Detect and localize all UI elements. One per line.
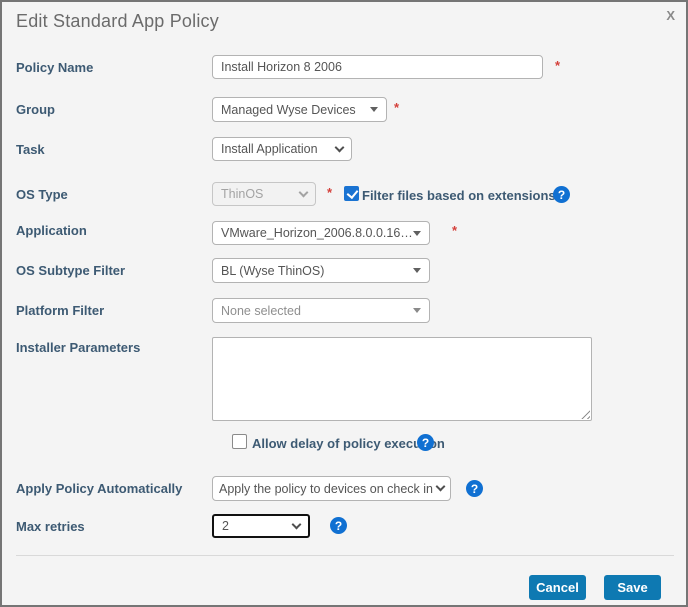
filter-files-help-icon[interactable]: ? <box>553 186 570 203</box>
application-dropdown-value: VMware_Horizon_2006.8.0.0.1652 <box>221 226 413 240</box>
policy-name-label: Policy Name <box>16 60 93 75</box>
caret-down-icon <box>413 231 421 236</box>
allow-delay-checkbox[interactable] <box>232 434 247 449</box>
group-required-asterisk: * <box>394 100 399 115</box>
policy-name-input[interactable] <box>212 55 543 79</box>
installer-parameters-label: Installer Parameters <box>16 340 140 355</box>
apply-policy-select-value: Apply the policy to devices on check in <box>219 482 433 496</box>
max-retries-help-icon[interactable]: ? <box>330 517 347 534</box>
close-icon[interactable]: X <box>666 9 675 23</box>
task-select-value: Install Application <box>221 142 318 156</box>
os-type-select-value: ThinOS <box>221 187 263 201</box>
cancel-button[interactable]: Cancel <box>529 575 586 600</box>
platform-filter-label: Platform Filter <box>16 303 104 318</box>
caret-down-icon <box>413 308 421 313</box>
platform-filter-value: None selected <box>221 304 301 318</box>
caret-down-icon <box>413 268 421 273</box>
allow-delay-help-icon[interactable]: ? <box>417 434 434 451</box>
chevron-down-icon <box>292 519 302 529</box>
group-dropdown[interactable]: Managed Wyse Devices <box>212 97 387 122</box>
platform-filter-dropdown[interactable]: None selected <box>212 298 430 323</box>
chevron-down-icon <box>299 187 309 197</box>
filter-files-label: Filter files based on extensions <box>362 188 556 203</box>
group-label: Group <box>16 102 55 117</box>
policy-name-required-asterisk: * <box>555 58 560 73</box>
max-retries-select[interactable]: 2 <box>212 514 310 538</box>
edit-standard-app-policy-dialog: Edit Standard App Policy X Policy Name *… <box>0 0 688 607</box>
os-type-label: OS Type <box>16 187 68 202</box>
os-type-select: ThinOS <box>212 182 316 206</box>
application-required-asterisk: * <box>452 223 457 238</box>
os-subtype-filter-label: OS Subtype Filter <box>16 263 125 278</box>
os-subtype-filter-value: BL (Wyse ThinOS) <box>221 264 324 278</box>
os-subtype-filter-dropdown[interactable]: BL (Wyse ThinOS) <box>212 258 430 283</box>
application-label: Application <box>16 223 87 238</box>
save-button[interactable]: Save <box>604 575 661 600</box>
apply-policy-help-icon[interactable]: ? <box>466 480 483 497</box>
task-label: Task <box>16 142 45 157</box>
apply-policy-select[interactable]: Apply the policy to devices on check in <box>212 476 451 501</box>
chevron-down-icon <box>335 142 345 152</box>
task-select[interactable]: Install Application <box>212 137 352 161</box>
apply-policy-label: Apply Policy Automatically <box>16 481 182 496</box>
allow-delay-label: Allow delay of policy execution <box>252 436 445 451</box>
group-dropdown-value: Managed Wyse Devices <box>221 103 356 117</box>
filter-files-checkbox[interactable] <box>344 186 359 201</box>
max-retries-label: Max retries <box>16 519 85 534</box>
installer-parameters-textarea[interactable] <box>212 337 592 421</box>
caret-down-icon <box>370 107 378 112</box>
max-retries-select-value: 2 <box>222 519 229 533</box>
os-type-required-asterisk: * <box>327 185 332 200</box>
application-dropdown[interactable]: VMware_Horizon_2006.8.0.0.1652 <box>212 221 430 245</box>
chevron-down-icon <box>436 482 446 492</box>
footer-divider <box>16 555 674 556</box>
dialog-title: Edit Standard App Policy <box>16 11 219 32</box>
